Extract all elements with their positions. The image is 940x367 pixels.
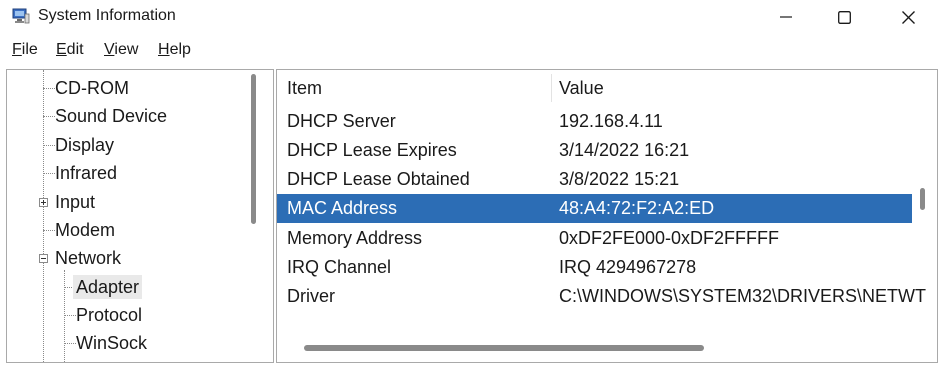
- collapse-toggle-network[interactable]: [39, 254, 48, 263]
- tree-connector: [43, 145, 55, 146]
- tree-item-protocol[interactable]: Protocol: [76, 303, 142, 327]
- category-tree[interactable]: CD-ROM Sound Device Display Infrared Inp…: [6, 69, 274, 363]
- row-item: DHCP Server: [287, 111, 396, 131]
- expand-toggle-input[interactable]: [39, 198, 48, 207]
- tree-item-input[interactable]: Input: [55, 190, 95, 214]
- tree-item-display[interactable]: Display: [55, 133, 114, 157]
- table-row[interactable]: DHCP Lease Expires 3/14/2022 16:21: [277, 136, 912, 165]
- maximize-icon: [837, 10, 851, 24]
- row-item: DHCP Lease Expires: [287, 140, 457, 160]
- row-value: 192.168.4.11: [559, 111, 663, 131]
- row-value: C:\WINDOWS\SYSTEM32\DRIVERS\NETWT: [559, 286, 927, 306]
- tree-item-modem[interactable]: Modem: [55, 218, 115, 242]
- minimize-icon: [780, 11, 792, 23]
- column-divider[interactable]: [551, 74, 552, 102]
- window-title: System Information: [38, 7, 176, 24]
- row-value: IRQ 4294967278: [559, 257, 697, 277]
- table-row[interactable]: IRQ Channel IRQ 4294967278: [277, 253, 912, 282]
- tree-guide-line: [43, 70, 44, 362]
- tree-item-network[interactable]: Network: [55, 246, 121, 270]
- menu-edit[interactable]: Edit: [56, 41, 84, 59]
- tree-connector: [43, 230, 55, 231]
- system-information-icon: [12, 8, 30, 24]
- close-button[interactable]: [878, 0, 938, 34]
- row-item: IRQ Channel: [287, 257, 392, 277]
- menu-view[interactable]: View: [104, 41, 138, 59]
- table-row[interactable]: DHCP Server 192.168.4.11: [277, 107, 912, 136]
- list-horizontal-scrollbar-thumb[interactable]: [304, 345, 704, 351]
- table-row[interactable]: DHCP Lease Obtained 3/8/2022 15:21: [277, 165, 912, 194]
- tree-connector: [43, 88, 55, 89]
- tree-item-infrared[interactable]: Infrared: [55, 161, 117, 185]
- row-item: Memory Address: [287, 228, 423, 248]
- tree-scrollbar-thumb[interactable]: [251, 74, 256, 224]
- row-item: MAC Address: [287, 198, 398, 218]
- tree-item-adapter[interactable]: Adapter: [73, 275, 143, 299]
- row-item: Driver: [287, 286, 335, 306]
- tree-connector: [43, 173, 55, 174]
- table-row[interactable]: Memory Address 0xDF2FE000-0xDF2FFFFF: [277, 224, 912, 253]
- tree-connector: [43, 116, 55, 117]
- menu-bar: File Edit View Help: [0, 36, 940, 62]
- tree-guide-line: [64, 270, 65, 362]
- row-value: 3/8/2022 15:21: [559, 169, 680, 189]
- maximize-button[interactable]: [814, 0, 874, 34]
- column-header-value[interactable]: Value: [559, 78, 604, 99]
- row-value: 48:A4:72:F2:A2:ED: [559, 198, 715, 218]
- row-value: 3/14/2022 16:21: [559, 140, 690, 160]
- table-row-selected[interactable]: MAC Address 48:A4:72:F2:A2:ED: [277, 194, 912, 223]
- tree-item-winsock[interactable]: WinSock: [76, 331, 147, 355]
- list-header: Item Value: [277, 70, 917, 106]
- tree-connector: [64, 343, 76, 344]
- row-value: 0xDF2FE000-0xDF2FFFFF: [559, 228, 780, 248]
- menu-file[interactable]: File: [12, 41, 38, 59]
- tree-item-sound-device[interactable]: Sound Device: [55, 104, 167, 128]
- title-bar: System Information: [0, 0, 940, 34]
- details-list[interactable]: Item Value DHCP Server 192.168.4.11 DHCP…: [276, 69, 938, 363]
- menu-help[interactable]: Help: [158, 41, 191, 59]
- tree-connector: [64, 315, 76, 316]
- list-vertical-scrollbar-thumb[interactable]: [920, 188, 925, 210]
- column-header-item[interactable]: Item: [287, 78, 322, 99]
- minimize-button[interactable]: [756, 0, 816, 34]
- table-row[interactable]: Driver C:\WINDOWS\SYSTEM32\DRIVERS\NETWT: [277, 282, 926, 311]
- close-icon: [901, 10, 915, 24]
- tree-item-cd-rom[interactable]: CD-ROM: [55, 76, 129, 100]
- row-item: DHCP Lease Obtained: [287, 169, 470, 189]
